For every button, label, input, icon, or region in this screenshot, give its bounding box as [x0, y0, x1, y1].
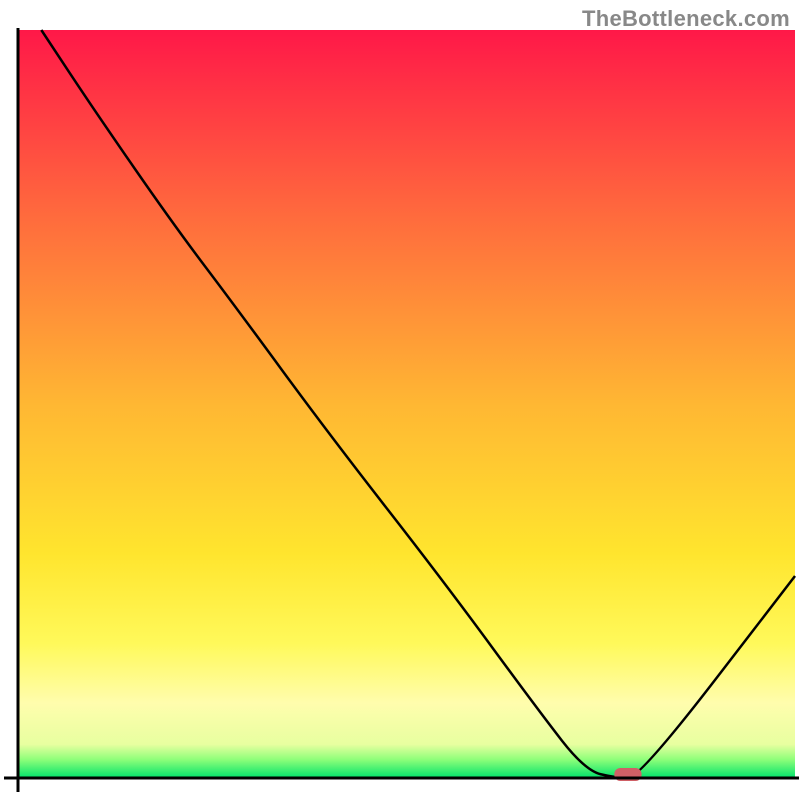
- chart-svg: [0, 0, 800, 800]
- bottleneck-chart: TheBottleneck.com: [0, 0, 800, 800]
- plot-background: [18, 30, 795, 778]
